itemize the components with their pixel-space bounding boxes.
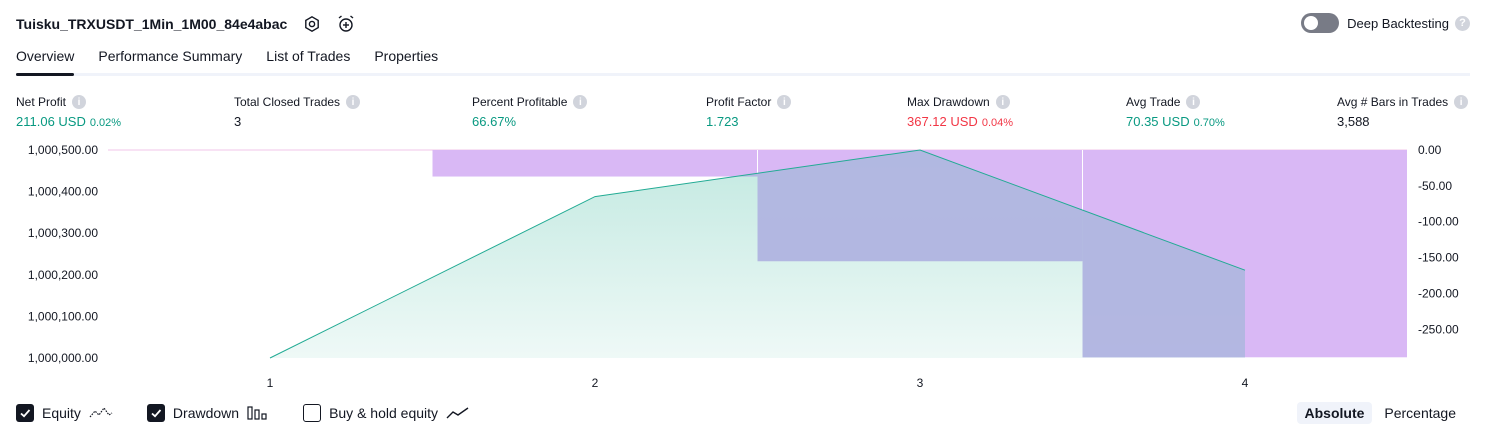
metric-net-profit: Net Profit i 211.06 USD 0.02%: [16, 94, 121, 130]
deep-backtesting-label: Deep Backtesting: [1347, 15, 1449, 31]
right-axis-tick-label: -100.00: [1418, 215, 1459, 229]
left-axis-tick-label: 1,000,200.00: [28, 268, 98, 282]
left-axis-tick-label: 1,000,000.00: [28, 351, 98, 365]
chart-legend: Equity Drawdown Buy & hold equity: [16, 404, 504, 422]
equity-line-icon: [89, 406, 113, 420]
metric-label: Profit Factor: [706, 95, 772, 109]
checkbox-checked[interactable]: [16, 404, 34, 422]
strategy-title: Tuisku_TRXUSDT_1Min_1M00_84e4abac: [16, 16, 288, 32]
metric-avg-bars: Avg # Bars in Trades i 3,588: [1337, 94, 1469, 130]
info-icon[interactable]: i: [573, 95, 588, 109]
metric-value: 66.67%: [472, 114, 517, 129]
metric-value: 70.35 USD: [1126, 114, 1190, 129]
mode-percentage-button[interactable]: Percentage: [1376, 402, 1464, 424]
info-icon[interactable]: i: [777, 95, 792, 109]
equity-drawdown-chart[interactable]: 1,000,500.00 1,000,400.00 1,000,300.00 1,00…: [0, 140, 1486, 398]
tab-properties[interactable]: Properties: [374, 48, 438, 76]
gear-icon[interactable]: [301, 13, 323, 35]
deep-backtesting: Deep Backtesting ?: [1301, 13, 1470, 33]
metric-max-drawdown: Max Drawdown i 367.12 USD 0.04%: [907, 94, 1013, 130]
metric-percent: 0.04%: [981, 117, 1014, 129]
right-axis-tick-label: -250.00: [1418, 322, 1459, 336]
left-axis-tick-label: 1,000,100.00: [28, 309, 98, 323]
info-icon[interactable]: i: [346, 95, 361, 109]
metric-value: 3: [234, 114, 242, 129]
info-icon[interactable]: i: [1454, 95, 1469, 109]
metric-avg-trade: Avg Trade i 70.35 USD 0.70%: [1126, 94, 1225, 130]
metric-label: Net Profit: [16, 95, 67, 109]
tab-bar: Overview Performance Summary List of Tra…: [16, 48, 462, 76]
metric-value: 3,588: [1337, 114, 1370, 129]
legend-buy-hold[interactable]: Buy & hold equity: [303, 404, 470, 422]
legend-label: Equity: [42, 405, 81, 421]
right-axis-tick-label: -150.00: [1418, 251, 1459, 265]
toggle-knob: [1304, 16, 1319, 30]
help-icon[interactable]: ?: [1455, 15, 1470, 31]
info-icon[interactable]: i: [72, 95, 87, 109]
info-icon[interactable]: i: [1186, 95, 1201, 109]
tab-list-of-trades[interactable]: List of Trades: [266, 48, 350, 76]
metric-value: 367.12 USD: [907, 114, 978, 129]
metric-label: Percent Profitable: [472, 95, 568, 109]
metric-percent-profitable: Percent Profitable i 66.67%: [472, 94, 588, 130]
buy-hold-line-icon: [446, 406, 470, 420]
right-axis-tick-label: 0.00: [1418, 143, 1442, 157]
metric-label: Avg # Bars in Trades: [1337, 95, 1449, 109]
right-axis-tick-label: -200.00: [1418, 286, 1459, 300]
x-axis-tick-label: 1: [267, 376, 274, 390]
deep-backtesting-toggle[interactable]: [1301, 13, 1340, 33]
metric-value: 1.723: [706, 114, 739, 129]
right-axis-tick-label: -50.00: [1418, 179, 1452, 193]
info-icon[interactable]: i: [995, 95, 1010, 109]
metric-value: 211.06 USD: [16, 114, 86, 129]
metric-label: Max Drawdown: [907, 95, 990, 109]
left-axis-tick-label: 1,000,400.00: [28, 185, 98, 199]
metric-profit-factor: Profit Factor i 1.723: [706, 94, 792, 130]
checkbox-checked[interactable]: [146, 404, 165, 422]
tab-overview[interactable]: Overview: [16, 48, 75, 76]
drawdown-bars-icon: [247, 406, 269, 420]
metric-label: Avg Trade: [1126, 95, 1181, 109]
legend-label: Drawdown: [172, 405, 240, 421]
metric-percent: 0.70%: [1193, 117, 1225, 129]
metric-percent: 0.02%: [89, 117, 122, 129]
left-axis-tick-label: 1,000,500.00: [28, 143, 98, 157]
drawdown-bar: [432, 150, 758, 177]
x-axis-tick-label: 3: [917, 376, 924, 390]
checkbox-unchecked[interactable]: [303, 404, 322, 422]
strategy-header: Tuisku_TRXUSDT_1Min_1M00_84e4abac: [16, 12, 357, 36]
display-mode-switch: Absolute Percentage: [1293, 402, 1465, 424]
metric-label: Total Closed Trades: [234, 95, 341, 109]
metric-total-closed-trades: Total Closed Trades i 3: [234, 94, 361, 130]
left-axis-tick-label: 1,000,300.00: [28, 226, 98, 240]
legend-label: Buy & hold equity: [329, 405, 439, 421]
tab-performance-summary[interactable]: Performance Summary: [98, 48, 242, 76]
x-axis-tick-label: 2: [592, 376, 599, 390]
legend-drawdown[interactable]: Drawdown: [146, 404, 269, 422]
mode-absolute-button[interactable]: Absolute: [1296, 402, 1373, 424]
legend-equity[interactable]: Equity: [16, 404, 113, 422]
alarm-plus-icon[interactable]: [335, 13, 357, 35]
x-axis-tick-label: 4: [1242, 376, 1249, 390]
